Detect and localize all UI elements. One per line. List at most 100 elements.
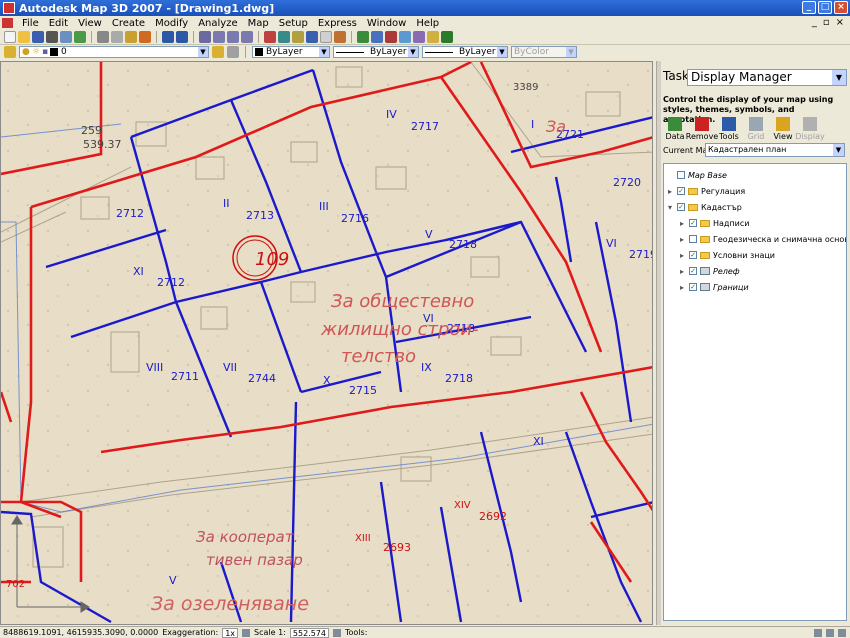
chevron-down-icon[interactable]: ▼ [497,47,507,57]
menu-create[interactable]: Create [107,18,150,29]
menu-file[interactable]: File [17,18,44,29]
drawing-canvas[interactable]: 2712 2713 2716 2717 2718 2718 2718 2712 2711 2744… [0,61,653,625]
clean-screen-icon[interactable] [838,628,846,637]
title-bar[interactable]: Autodesk Map 3D 2007 - [Drawing1.dwg] _ … [0,0,850,16]
expand-icon[interactable]: ▸ [680,219,689,228]
task-select[interactable]: Display Manager ▼ [687,69,847,86]
open-icon[interactable] [18,31,30,43]
redo-icon[interactable] [176,31,188,43]
tree-item[interactable]: ▸ ✓ Релеф [680,264,740,278]
document-icon[interactable] [2,18,13,28]
map-svg[interactable]: 2712 2713 2716271727182718271827122711 2744… [1,62,653,625]
chevron-down-icon[interactable]: ▼ [198,47,208,57]
expand-icon[interactable]: ▸ [680,283,689,292]
dm-tool-remove-button[interactable]: Remove [686,117,718,141]
sheet-set-icon[interactable] [306,31,318,43]
dm-tool-tools-button[interactable]: Tools [717,117,741,141]
visibility-checkbox[interactable]: ✓ [677,203,685,211]
map-topology-icon[interactable] [385,31,397,43]
close-button[interactable]: × [834,1,848,14]
tools-label[interactable]: Tools: [345,628,367,637]
zoom-icon[interactable] [213,31,225,43]
save-icon[interactable] [32,31,44,43]
expand-icon[interactable]: ▸ [680,251,689,260]
menu-modify[interactable]: Modify [150,18,193,29]
print-icon[interactable] [46,31,58,43]
map-display-icon[interactable] [399,31,411,43]
new-icon[interactable] [4,31,16,43]
tree-item[interactable]: ▸ Геодезическа и снимачна основа [680,232,846,246]
lineweight-combo[interactable]: ByLayer ▼ [422,46,508,58]
visibility-checkbox[interactable] [677,171,685,179]
collapse-icon[interactable]: ▾ [668,203,677,212]
preview-icon[interactable] [60,31,72,43]
zoom-previous-icon[interactable] [241,31,253,43]
map-data-icon[interactable] [357,31,369,43]
exaggeration-select[interactable]: 1x [222,627,239,638]
task-pane-grip[interactable] [657,61,661,625]
map-workspace-icon[interactable] [427,31,439,43]
doc-restore-button[interactable]: ▫ [823,17,830,28]
menu-setup[interactable]: Setup [274,18,313,29]
expand-icon[interactable]: ▸ [680,267,689,276]
pan-icon[interactable] [199,31,211,43]
design-center-icon[interactable] [278,31,290,43]
chevron-down-icon[interactable]: ▼ [408,47,418,57]
tray-icon[interactable] [814,628,822,637]
layer-manager-icon[interactable] [4,46,16,58]
visibility-checkbox[interactable] [689,235,697,243]
chevron-down-icon[interactable]: ▼ [319,47,329,57]
tree-item[interactable]: ▸ ✓ Условни знаци [680,248,775,262]
tree-item[interactable]: ▸ ✓ Граници [680,280,749,294]
tool-palette-icon[interactable] [292,31,304,43]
maximize-button[interactable]: □ [818,1,832,14]
visibility-checkbox[interactable]: ✓ [689,219,697,227]
match-properties-icon[interactable] [139,31,151,43]
menu-express[interactable]: Express [313,18,362,29]
map-export-icon[interactable] [413,31,425,43]
visibility-checkbox[interactable]: ✓ [689,283,697,291]
menu-help[interactable]: Help [411,18,444,29]
menu-edit[interactable]: Edit [44,18,73,29]
tree-item[interactable]: ▾ ✓ Кадастър [668,200,742,214]
tree-item[interactable]: ▸ ✓ Надписи [680,216,749,230]
chevron-down-icon[interactable]: ▼ [833,144,844,156]
publish-icon[interactable] [74,31,86,43]
copy-icon[interactable] [111,31,123,43]
menu-analyze[interactable]: Analyze [193,18,242,29]
current-map-select[interactable]: Кадастрален план ▼ [705,143,845,157]
scale-icon[interactable] [333,628,341,637]
minimize-button[interactable]: _ [802,1,816,14]
expand-icon[interactable]: ▸ [668,187,677,196]
visibility-checkbox[interactable]: ✓ [689,251,697,259]
expand-icon[interactable]: ▸ [680,235,689,244]
dm-tool-view-button[interactable]: View [771,117,795,141]
cut-icon[interactable] [97,31,109,43]
doc-close-button[interactable]: × [836,17,844,28]
scale-field[interactable]: 552.574 [289,627,329,638]
tree-item[interactable]: Map Base [668,168,727,182]
chevron-down-icon[interactable]: ▼ [832,70,846,85]
properties-icon[interactable] [264,31,276,43]
linetype-combo[interactable]: ByLayer ▼ [333,46,419,58]
doc-minimize-button[interactable]: _ [812,17,817,28]
markup-icon[interactable] [320,31,332,43]
calculator-icon[interactable] [334,31,346,43]
layer-tree[interactable]: Map Base ▸ ✓ Регулация ▾ ✓ Кадастър ▸ ✓ Надписи ▸ Г… [663,163,847,621]
layer-previous-icon[interactable] [227,46,239,58]
map-help-icon[interactable] [441,31,453,43]
visibility-checkbox[interactable]: ✓ [689,267,697,275]
undo-icon[interactable] [162,31,174,43]
lock-toolbar-icon[interactable] [826,628,834,637]
dm-tool-data-button[interactable]: Data [663,117,687,141]
menu-map[interactable]: Map [243,18,274,29]
exaggeration-icon[interactable] [242,628,251,637]
paste-icon[interactable] [125,31,137,43]
tree-item[interactable]: ▸ ✓ Регулация [668,184,745,198]
zoom-window-icon[interactable] [227,31,239,43]
color-combo[interactable]: ByLayer ▼ [252,46,330,58]
visibility-checkbox[interactable]: ✓ [677,187,685,195]
make-current-icon[interactable] [212,46,224,58]
menu-view[interactable]: View [73,18,107,29]
layer-combo[interactable]: ● ☼ ▪ 0 ▼ [19,46,209,58]
